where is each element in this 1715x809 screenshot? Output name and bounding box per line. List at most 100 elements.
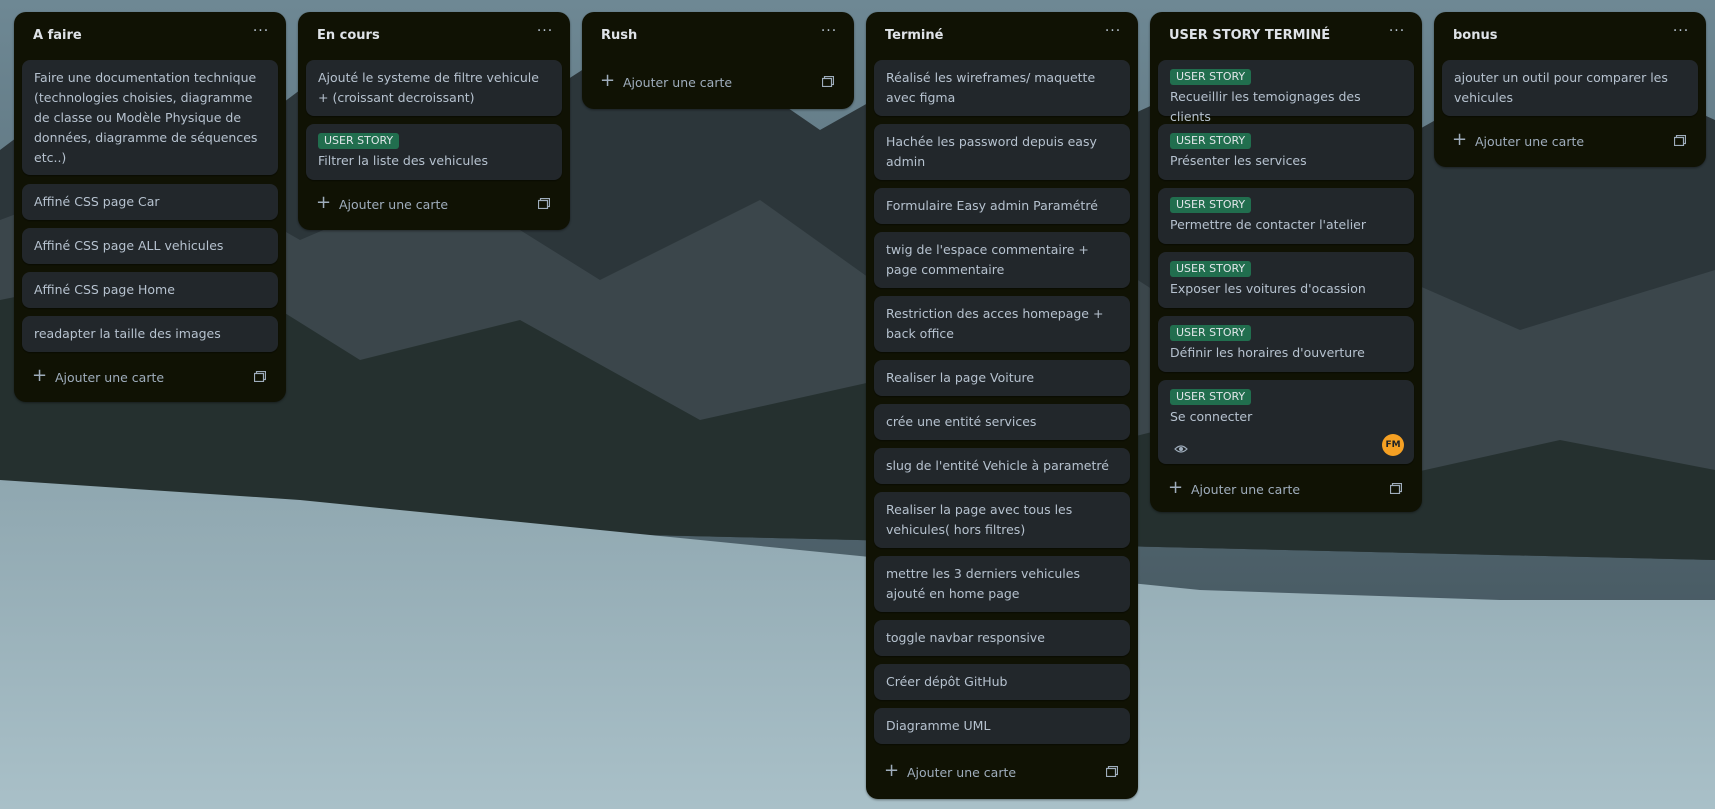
- add-card-button[interactable]: + Ajouter une carte: [306, 189, 562, 221]
- list-title[interactable]: Terminé: [885, 28, 943, 43]
- card[interactable]: USER STORY Permettre de contacter l'atel…: [1158, 188, 1414, 244]
- card-title: Ajouté le systeme de filtre vehicule + (…: [318, 70, 539, 105]
- list-title[interactable]: USER STORY TERMINÉ: [1169, 28, 1330, 43]
- card[interactable]: Affiné CSS page Home: [22, 272, 278, 308]
- card[interactable]: Realiser la page Voiture: [874, 360, 1130, 396]
- card-title: Diagramme UML: [886, 718, 991, 733]
- card-title: Faire une documentation technique (techn…: [34, 70, 258, 165]
- card[interactable]: Realiser la page avec tous les vehicules…: [874, 492, 1130, 548]
- add-card-button[interactable]: + Ajouter une carte: [1158, 474, 1414, 506]
- board: A faire ··· Faire une documentation tech…: [0, 0, 1715, 809]
- add-card-label: Ajouter une carte: [339, 197, 449, 212]
- card-template-icon[interactable]: [538, 198, 550, 209]
- card[interactable]: Restriction des acces homepage + back of…: [874, 296, 1130, 352]
- card-title: toggle navbar responsive: [886, 630, 1045, 645]
- list-title[interactable]: A faire: [33, 28, 82, 43]
- card-title: mettre les 3 derniers vehicules ajouté e…: [886, 566, 1080, 601]
- card-title: Affiné CSS page ALL vehicules: [34, 238, 224, 253]
- card[interactable]: readapter la taille des images: [22, 316, 278, 352]
- list-title[interactable]: En cours: [317, 28, 380, 43]
- card-title: Realiser la page Voiture: [886, 370, 1035, 385]
- plus-icon: +: [316, 192, 332, 213]
- add-card-button[interactable]: + Ajouter une carte: [22, 362, 278, 394]
- card-title: crée une entité services: [886, 414, 1037, 429]
- card[interactable]: toggle navbar responsive: [874, 620, 1130, 656]
- add-card-label: Ajouter une carte: [623, 75, 733, 90]
- card-title: Affiné CSS page Car: [34, 194, 160, 209]
- card-title: twig de l'espace commentaire + page comm…: [886, 242, 1089, 277]
- label-badge[interactable]: USER STORY: [1170, 389, 1252, 405]
- card-title: Créer dépôt GitHub: [886, 674, 1008, 689]
- card-title: Réalisé les wireframes/ maquette avec fi…: [886, 70, 1096, 105]
- card-title: Affiné CSS page Home: [34, 282, 175, 297]
- card[interactable]: Formulaire Easy admin Paramétré: [874, 188, 1130, 224]
- card[interactable]: mettre les 3 derniers vehicules ajouté e…: [874, 556, 1130, 612]
- card[interactable]: Réalisé les wireframes/ maquette avec fi…: [874, 60, 1130, 116]
- card[interactable]: USER STORY Se connecter FM: [1158, 380, 1414, 464]
- avatar[interactable]: FM: [1382, 434, 1404, 456]
- label-badge[interactable]: USER STORY: [1170, 197, 1252, 213]
- card[interactable]: Diagramme UML: [874, 708, 1130, 744]
- card[interactable]: USER STORY Présenter les services: [1158, 124, 1414, 180]
- card[interactable]: ajouter un outil pour comparer les vehic…: [1442, 60, 1698, 116]
- add-card-button[interactable]: + Ajouter une carte: [1442, 126, 1698, 158]
- card-title: Hachée les password depuis easy admin: [886, 134, 1097, 169]
- add-card-button[interactable]: + Ajouter une carte: [590, 67, 846, 99]
- label-badge[interactable]: USER STORY: [1170, 325, 1252, 341]
- card-title: Se connecter: [1170, 409, 1253, 424]
- card-title: Permettre de contacter l'atelier: [1170, 217, 1367, 232]
- list-title[interactable]: bonus: [1453, 28, 1497, 43]
- ellipsis-icon[interactable]: ···: [534, 24, 556, 42]
- add-card-label: Ajouter une carte: [55, 370, 165, 385]
- list-title[interactable]: Rush: [601, 28, 637, 43]
- label-badge[interactable]: USER STORY: [318, 133, 400, 149]
- card-template-icon[interactable]: [822, 76, 834, 87]
- card[interactable]: Faire une documentation technique (techn…: [22, 60, 278, 175]
- card-title: Formulaire Easy admin Paramétré: [886, 198, 1098, 213]
- card[interactable]: USER STORY Définir les horaires d'ouvert…: [1158, 316, 1414, 372]
- list-en-cours: En cours ··· Ajouté le systeme de filtre…: [298, 12, 570, 230]
- label-badge[interactable]: USER STORY: [1170, 261, 1252, 277]
- plus-icon: +: [1168, 477, 1184, 498]
- card[interactable]: USER STORY Filtrer la liste des vehicule…: [306, 124, 562, 180]
- plus-icon: +: [884, 760, 900, 781]
- list-header: Rush ···: [582, 12, 854, 60]
- card[interactable]: USER STORY Recueillir les temoignages de…: [1158, 60, 1414, 124]
- label-badge[interactable]: USER STORY: [1170, 69, 1252, 85]
- card[interactable]: crée une entité services: [874, 404, 1130, 440]
- card-title: Recueillir les temoignages des clients: [1170, 89, 1361, 124]
- card-title: Realiser la page avec tous les vehicules…: [886, 502, 1073, 537]
- card[interactable]: Affiné CSS page Car: [22, 184, 278, 220]
- list-a-faire: A faire ··· Faire une documentation tech…: [14, 12, 286, 402]
- label-badge[interactable]: USER STORY: [1170, 133, 1252, 149]
- card[interactable]: Ajouté le systeme de filtre vehicule + (…: [306, 60, 562, 116]
- ellipsis-icon[interactable]: ···: [818, 24, 840, 42]
- card[interactable]: slug de l'entité Vehicle à parametré: [874, 448, 1130, 484]
- card-template-icon[interactable]: [1390, 483, 1402, 494]
- add-card-button[interactable]: + Ajouter une carte: [874, 757, 1130, 789]
- plus-icon: +: [600, 70, 616, 91]
- list-header: En cours ···: [298, 12, 570, 60]
- card[interactable]: twig de l'espace commentaire + page comm…: [874, 232, 1130, 288]
- list-bonus: bonus ··· ajouter un outil pour comparer…: [1434, 12, 1706, 167]
- ellipsis-icon[interactable]: ···: [1102, 24, 1124, 42]
- plus-icon: +: [32, 365, 48, 386]
- ellipsis-icon[interactable]: ···: [250, 24, 272, 42]
- card[interactable]: Créer dépôt GitHub: [874, 664, 1130, 700]
- card[interactable]: Affiné CSS page ALL vehicules: [22, 228, 278, 264]
- ellipsis-icon[interactable]: ···: [1670, 24, 1692, 42]
- list-header: Terminé ···: [866, 12, 1138, 60]
- list-header: USER STORY TERMINÉ ···: [1150, 12, 1422, 60]
- list-rush: Rush ··· + Ajouter une carte: [582, 12, 854, 109]
- card-template-icon[interactable]: [1674, 135, 1686, 146]
- card-template-icon[interactable]: [1106, 766, 1118, 777]
- ellipsis-icon[interactable]: ···: [1386, 24, 1408, 42]
- card-template-icon[interactable]: [254, 371, 266, 382]
- card-title: Définir les horaires d'ouverture: [1170, 345, 1365, 360]
- card[interactable]: USER STORY Exposer les voitures d'ocassi…: [1158, 252, 1414, 308]
- eye-icon: [1174, 445, 1188, 453]
- card-title: Exposer les voitures d'ocassion: [1170, 281, 1366, 296]
- plus-icon: +: [1452, 129, 1468, 150]
- list-user-story-termine: USER STORY TERMINÉ ··· USER STORY Recuei…: [1150, 12, 1422, 512]
- card[interactable]: Hachée les password depuis easy admin: [874, 124, 1130, 180]
